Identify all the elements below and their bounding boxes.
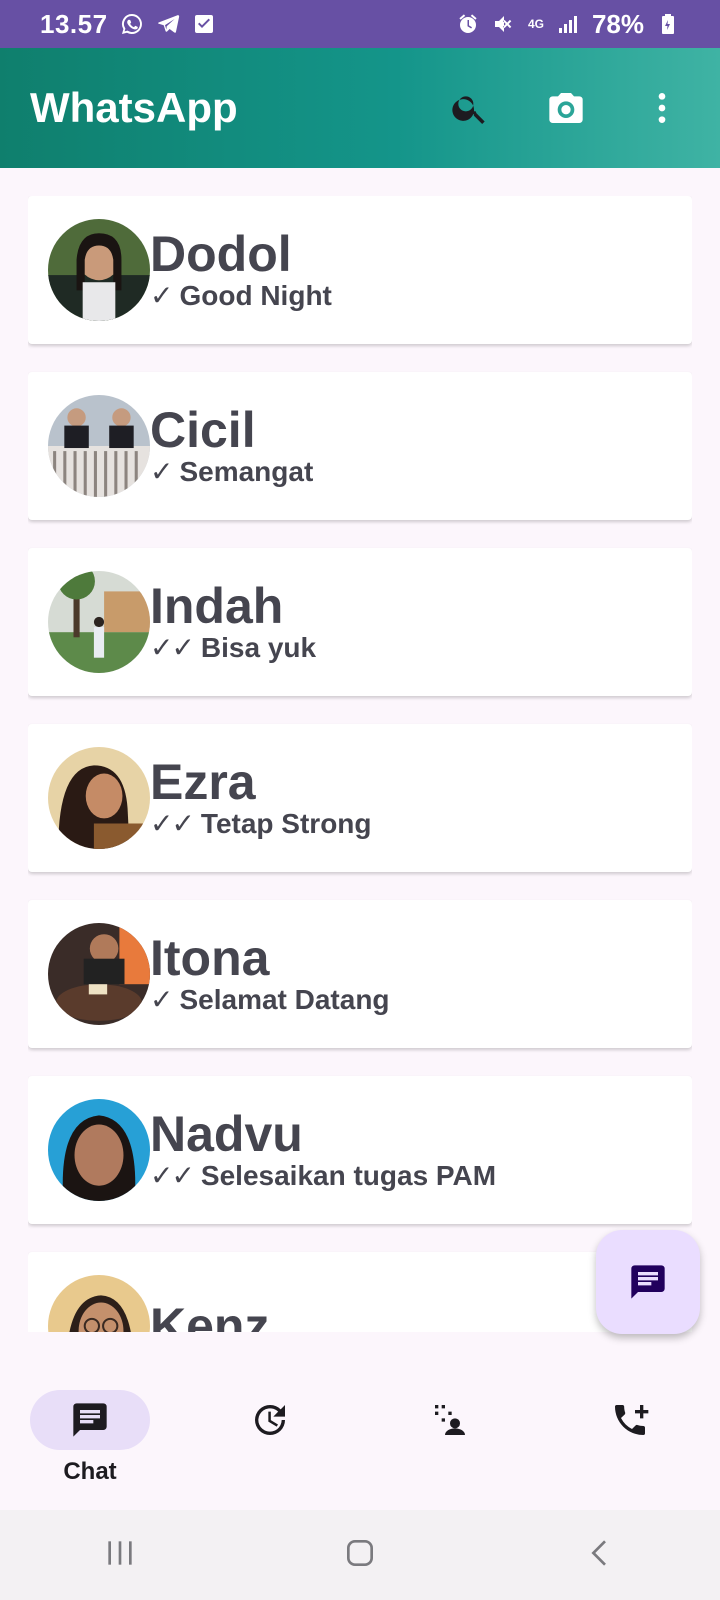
- app-actions: [442, 80, 690, 136]
- home-icon: [347, 1539, 373, 1566]
- chat-name: Indah: [150, 578, 284, 634]
- read-ticks: ✓: [150, 456, 174, 487]
- avatar: [48, 1099, 150, 1201]
- read-ticks: ✓✓: [150, 1160, 195, 1191]
- read-ticks: ✓✓: [150, 632, 195, 663]
- chat-name: Cicil: [150, 402, 256, 458]
- read-ticks: ✓: [150, 984, 174, 1015]
- chat-text: Cicil ✓ Semangat: [150, 404, 313, 488]
- nav-label-chat: Chat: [63, 1458, 117, 1485]
- avatar: [48, 395, 150, 497]
- nav-pill: [210, 1390, 330, 1450]
- app-bar: WhatsApp: [0, 48, 720, 168]
- back-icon: [591, 1539, 606, 1566]
- avatar: [48, 923, 150, 1025]
- chat-icon: [73, 1403, 107, 1437]
- chat-item-nadvu[interactable]: Nadvu ✓✓ Selesaikan tugas PAM: [28, 1076, 692, 1224]
- chat-name: Kenz: [150, 1298, 270, 1332]
- nav-pill-active: [30, 1390, 150, 1450]
- chat-name: Itona: [150, 930, 270, 986]
- chat-message: ✓ Good Night: [150, 280, 332, 312]
- nav-item-chat[interactable]: Chat: [10, 1390, 170, 1486]
- message-text: Bisa yuk: [200, 632, 317, 663]
- more-vert-icon: [658, 93, 666, 123]
- avatar: [48, 219, 150, 321]
- status-time: 13.57: [40, 8, 108, 39]
- chat-text: Itona ✓ Selamat Datang: [150, 932, 390, 1016]
- checkbox-icon: [192, 12, 216, 36]
- search-icon: [452, 96, 485, 124]
- chat-message: ✓ Semangat: [150, 456, 313, 488]
- nav-item-communities[interactable]: [370, 1390, 530, 1450]
- mute-icon: [492, 12, 516, 36]
- telegram-icon: [156, 12, 180, 36]
- status-right: 4G 78%: [456, 9, 680, 40]
- chat-message: ✓✓ Selesaikan tugas PAM: [150, 1160, 496, 1192]
- chat-text: Dodol ✓ Good Night: [150, 228, 332, 312]
- alarm-icon: [456, 12, 480, 36]
- read-ticks: ✓: [150, 280, 174, 311]
- new-chat-icon: [631, 1265, 665, 1299]
- bottom-navigation: Chat: [0, 1360, 720, 1510]
- home-button[interactable]: [340, 1533, 380, 1578]
- new-chat-fab[interactable]: [596, 1230, 700, 1334]
- chat-text: Kenz: [150, 1300, 269, 1332]
- chat-name: Dodol: [150, 226, 292, 282]
- nav-pill: [570, 1390, 690, 1450]
- chat-text: Nadvu ✓✓ Selesaikan tugas PAM: [150, 1108, 496, 1192]
- message-text: Selamat Datang: [179, 984, 390, 1015]
- avatar: [48, 1275, 150, 1332]
- read-ticks: ✓✓: [150, 808, 195, 839]
- nav-pill: [390, 1390, 510, 1450]
- chat-text: Ezra ✓✓ Tetap Strong: [150, 756, 372, 840]
- message-text: Tetap Strong: [200, 808, 372, 839]
- recents-icon: [108, 1540, 132, 1565]
- message-text: Good Night: [179, 280, 332, 311]
- back-button[interactable]: [580, 1533, 620, 1578]
- more-options-button[interactable]: [634, 80, 690, 136]
- app-title: WhatsApp: [30, 84, 238, 131]
- status-bar: 13.57 4G 78%: [0, 0, 720, 48]
- battery-icon: [656, 12, 680, 36]
- communities-icon: [435, 1405, 465, 1435]
- chat-text: Indah ✓✓ Bisa yuk: [150, 580, 316, 664]
- message-text: Semangat: [179, 456, 314, 487]
- chat-item-dodol[interactable]: Dodol ✓ Good Night: [28, 196, 692, 344]
- chat-name: Ezra: [150, 754, 256, 810]
- message-text: Selesaikan tugas PAM: [200, 1160, 497, 1191]
- nav-item-calls[interactable]: [550, 1390, 710, 1450]
- add-call-icon: [615, 1405, 649, 1435]
- status-left: 13.57: [40, 9, 216, 40]
- chat-message: ✓ Selamat Datang: [150, 984, 390, 1016]
- chat-item-cicil[interactable]: Cicil ✓ Semangat: [28, 372, 692, 520]
- chat-item-itona[interactable]: Itona ✓ Selamat Datang: [28, 900, 692, 1048]
- status-icon: [255, 1404, 285, 1435]
- whatsapp-icon: [120, 12, 144, 36]
- chat-name: Nadvu: [150, 1106, 303, 1162]
- network-type: 4G: [527, 17, 544, 31]
- chat-message: ✓✓ Tetap Strong: [150, 808, 372, 840]
- avatar: [48, 747, 150, 849]
- chat-item-indah[interactable]: Indah ✓✓ Bisa yuk: [28, 548, 692, 696]
- signal-icon: [556, 12, 580, 36]
- camera-icon: [549, 93, 583, 123]
- chat-message: ✓✓ Bisa yuk: [150, 632, 316, 664]
- avatar: [48, 571, 150, 673]
- chat-item-kenz[interactable]: Kenz: [28, 1252, 692, 1332]
- system-navigation-bar: [0, 1510, 720, 1600]
- battery-percentage: 78%: [591, 8, 644, 39]
- recents-button[interactable]: [100, 1533, 140, 1578]
- nav-item-status[interactable]: [190, 1390, 350, 1450]
- chat-list[interactable]: Dodol ✓ Good Night Cicil ✓ Semangat Inda…: [28, 196, 692, 1332]
- camera-button[interactable]: [538, 80, 594, 136]
- chat-item-ezra[interactable]: Ezra ✓✓ Tetap Strong: [28, 724, 692, 872]
- search-button[interactable]: [442, 80, 498, 136]
